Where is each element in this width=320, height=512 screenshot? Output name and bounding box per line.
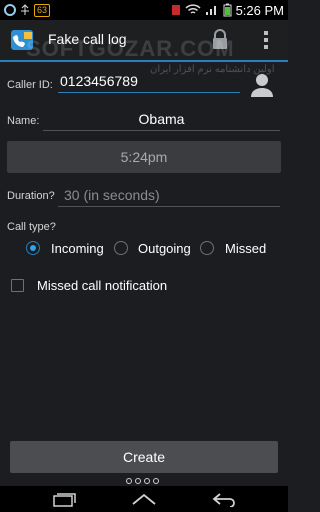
sim-icon — [171, 5, 180, 15]
radio-missed[interactable] — [200, 241, 214, 255]
duration-field[interactable]: 30 (in seconds) — [58, 185, 280, 207]
recent-apps-icon[interactable] — [50, 491, 78, 507]
duration-label: Duration? — [7, 190, 55, 202]
navigation-bar — [0, 486, 288, 512]
missed-notification-label[interactable]: Missed call notification — [37, 278, 167, 293]
watermark: SOFTGOZAR.COM — [26, 36, 235, 61]
radio-missed-label[interactable]: Missed — [225, 241, 266, 256]
radio-incoming-label[interactable]: Incoming — [51, 241, 104, 256]
status-bar: 63 5:26 PM — [0, 0, 288, 20]
create-button-label: Create — [122, 449, 166, 465]
contact-person-icon[interactable] — [250, 72, 274, 98]
name-label: Name: — [7, 115, 40, 127]
page-indicator — [126, 478, 159, 484]
status-time: 5:26 PM — [235, 2, 284, 18]
name-field[interactable]: Obama — [43, 109, 280, 131]
home-icon[interactable] — [130, 491, 158, 507]
usb-icon — [21, 4, 29, 15]
caller-id-value: 0123456789 — [60, 73, 138, 89]
time-value: 5:24pm — [120, 149, 168, 165]
caller-id-field[interactable]: 0123456789 — [58, 73, 240, 93]
time-picker-button[interactable]: 5:24pm — [7, 141, 281, 173]
create-button[interactable]: Create — [10, 441, 278, 473]
caller-id-label: Caller ID: — [7, 79, 53, 91]
call-type-label: Call type? — [7, 221, 56, 233]
radio-incoming[interactable] — [26, 241, 40, 255]
radio-outgoing-label[interactable]: Outgoing — [138, 241, 191, 256]
overflow-menu-icon[interactable] — [262, 29, 270, 51]
status-badge: 63 — [34, 3, 51, 17]
signal-icon — [205, 6, 216, 15]
radio-outgoing[interactable] — [114, 241, 128, 255]
duration-placeholder: 30 (in seconds) — [64, 187, 160, 203]
wifi-icon — [185, 4, 201, 14]
notification-icon — [4, 4, 16, 16]
name-value: Obama — [138, 111, 185, 127]
missed-notification-checkbox[interactable] — [11, 279, 24, 292]
battery-icon — [223, 3, 232, 17]
back-icon[interactable] — [210, 491, 238, 507]
